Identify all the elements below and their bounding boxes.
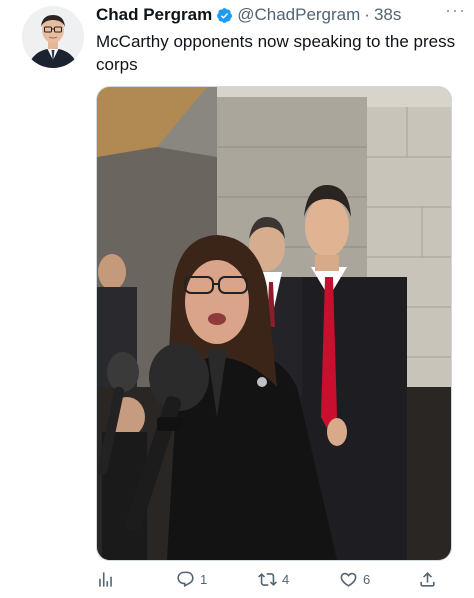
tweet-text: McCarthy opponents now speaking to the p…: [96, 32, 456, 74]
reply-icon: [177, 571, 194, 587]
avatar[interactable]: [22, 6, 84, 68]
tweet-timestamp[interactable]: 38s: [374, 5, 401, 25]
like-count: 6: [363, 571, 371, 587]
tweet-header: Chad Pergram @ChadPergram · 38s: [96, 4, 464, 26]
retweet-icon: [258, 572, 277, 586]
tweet-photo[interactable]: [96, 86, 452, 561]
share-button[interactable]: [418, 567, 437, 591]
reply-count: 1: [200, 571, 208, 587]
more-options-icon[interactable]: ···: [445, 0, 466, 21]
author-handle[interactable]: @ChadPergram: [237, 5, 360, 25]
retweet-count: 4: [282, 571, 290, 587]
view-analytics-button[interactable]: [96, 567, 115, 591]
bar-chart-icon: [99, 571, 112, 587]
author-name[interactable]: Chad Pergram: [96, 5, 212, 25]
share-icon: [420, 571, 435, 587]
retweet-button[interactable]: 4: [258, 567, 289, 591]
like-button[interactable]: 6: [339, 567, 370, 591]
tweet[interactable]: Chad Pergram @ChadPergram · 38s ··· McCa…: [0, 0, 474, 598]
avatar-photo: [22, 6, 84, 68]
tweet-actions: 1 4 6: [96, 567, 450, 591]
reply-button[interactable]: 1: [176, 567, 207, 591]
press-corps-photo: [97, 87, 451, 560]
heart-icon: [340, 572, 357, 587]
verified-badge-icon: [217, 7, 233, 23]
header-separator: ·: [364, 5, 370, 24]
